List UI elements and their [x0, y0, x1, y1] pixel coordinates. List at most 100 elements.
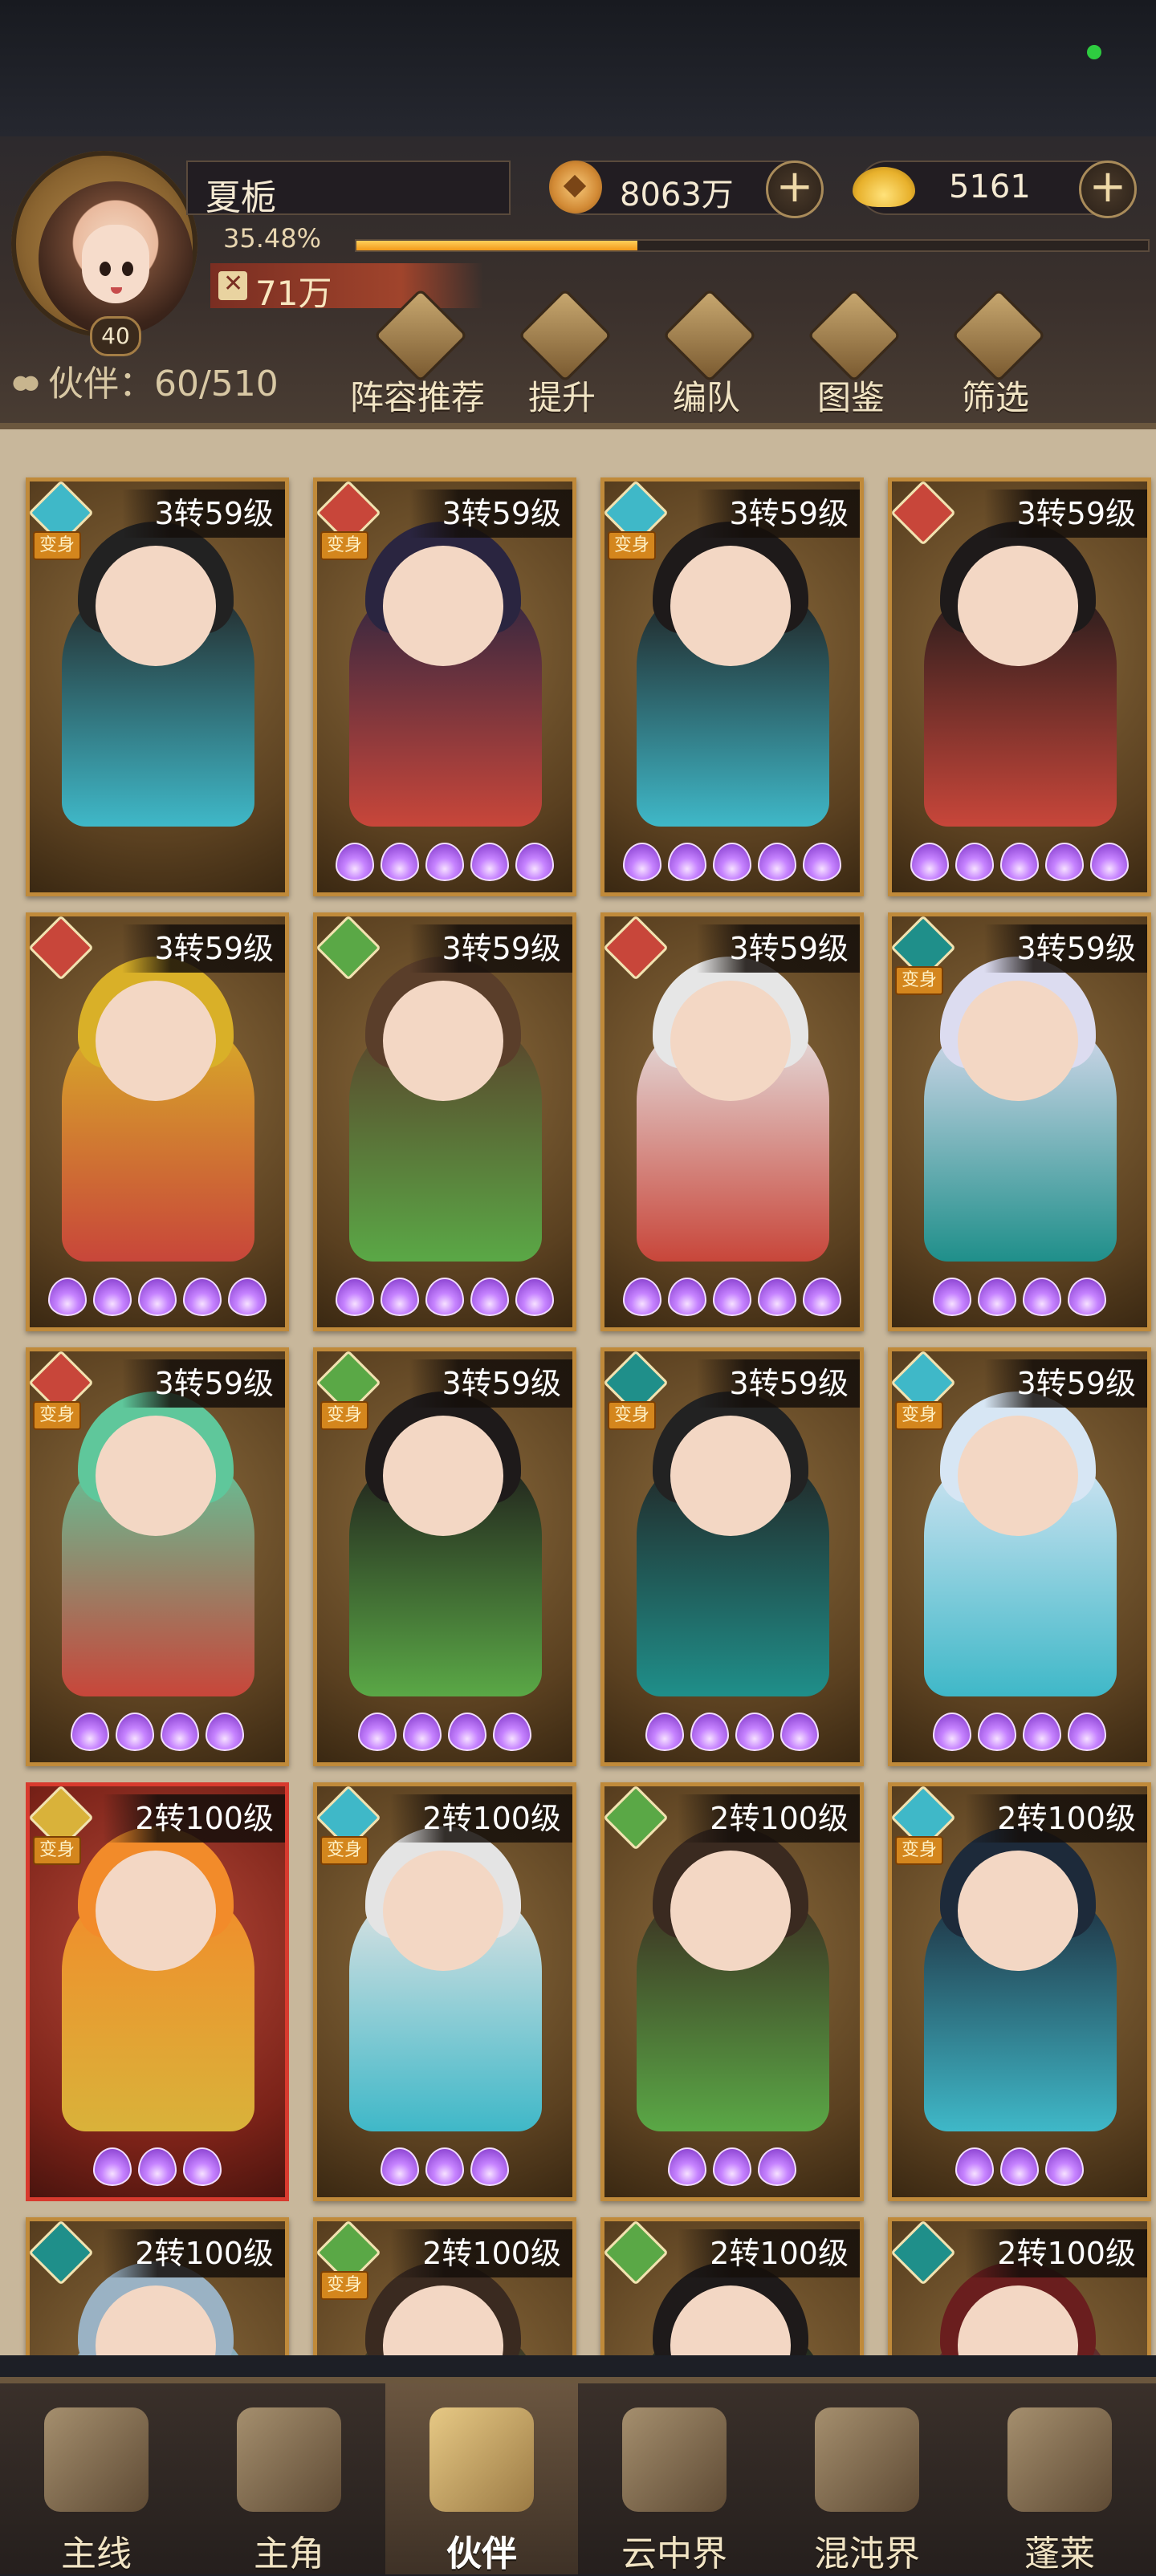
avatar[interactable] [39, 181, 193, 335]
avatar-eye [122, 262, 133, 276]
purple-flame-star-icon [515, 1278, 554, 1316]
nav-tab-4[interactable]: 混沌界 [771, 2383, 963, 2574]
partner-count: 伙伴：60/510 [13, 355, 279, 406]
purple-flame-star-icon [668, 1278, 706, 1316]
player-level-badge: 40 [90, 316, 141, 356]
purple-flame-star-icon [668, 843, 706, 881]
partner-icon [429, 2407, 534, 2512]
partner-card[interactable]: 3转59级 变身 [26, 477, 289, 896]
coin-amount: 8063万 [620, 177, 734, 213]
main-quest-icon [44, 2407, 149, 2512]
transform-badge: 变身 [895, 1401, 944, 1430]
transform-badge: 变身 [320, 1836, 369, 1865]
partner-card[interactable]: 2转100级 [600, 2217, 864, 2355]
nav-tab-0[interactable]: 主线 [0, 2383, 193, 2574]
purple-flame-star-icon [71, 1713, 109, 1751]
nav-tab-3[interactable]: 云中界 [578, 2383, 771, 2574]
add-coins-button[interactable]: + [766, 160, 824, 218]
partner-level: 2转100级 [390, 1794, 572, 1843]
menu-button-label: 图鉴 [816, 378, 885, 417]
purple-flame-star-icon [381, 843, 419, 881]
partner-face [96, 1416, 216, 1536]
purple-flame-star-icon [381, 2147, 419, 2186]
star-rating [317, 843, 572, 884]
partner-card[interactable]: 2转100级 变身 [26, 1782, 289, 2201]
coin-counter: 8063万 + [549, 160, 824, 218]
menu-button-4[interactable]: 筛选 [927, 288, 1064, 422]
purple-flame-star-icon [713, 843, 751, 881]
avatar-frame[interactable]: 40 [11, 151, 197, 356]
purple-flame-star-icon [116, 1713, 154, 1751]
star-rating [604, 1278, 860, 1319]
partner-card[interactable]: 3转59级变身 [888, 1347, 1151, 1766]
gold-counter: 5161 + [853, 160, 1137, 218]
partner-card[interactable]: 2转100级 [888, 2217, 1151, 2355]
nav-tab-2[interactable]: 伙伴 [385, 2383, 578, 2574]
purple-flame-star-icon [645, 1713, 684, 1751]
partner-card[interactable]: 2转100级 变身 [313, 1782, 576, 2201]
purple-flame-star-icon [933, 1713, 971, 1751]
purple-flame-star-icon [803, 1278, 841, 1316]
transform-badge: 变身 [895, 1836, 944, 1865]
purple-flame-star-icon [933, 1278, 971, 1316]
partner-level: 3转59级 [984, 1359, 1147, 1408]
purple-flame-star-icon [1000, 2147, 1039, 2186]
avatar-eye [100, 262, 111, 276]
partner-level: 3转59级 [122, 1359, 285, 1408]
partner-card[interactable]: 3转59级 [313, 912, 576, 1331]
partner-card[interactable]: 2转100级 变身 [313, 2217, 576, 2355]
transform-badge: 变身 [320, 2271, 369, 2300]
partner-card[interactable]: 2转100级 [26, 2217, 289, 2355]
purple-flame-star-icon [758, 1278, 796, 1316]
partner-card[interactable]: 3转59级 [888, 477, 1151, 896]
nav-tab-1[interactable]: 主角 [193, 2383, 385, 2574]
purple-flame-star-icon [470, 1278, 509, 1316]
partner-card[interactable]: 3转59级 变身 [26, 1347, 289, 1766]
partner-face [670, 1416, 791, 1536]
purple-flame-star-icon [690, 1713, 729, 1751]
exp-bar-fill [356, 241, 637, 250]
status-bar [0, 0, 1156, 144]
purple-flame-star-icon [623, 1278, 661, 1316]
purple-flame-star-icon [48, 1278, 87, 1316]
nav-tab-label: 主角 [254, 2533, 324, 2574]
codex-icon [807, 288, 902, 383]
transform-badge: 变身 [33, 531, 82, 560]
player-header: 40 夏栀 8063万 + 5161 + 35.48% 71万 伙伴：60/51… [0, 136, 1156, 429]
purple-flame-star-icon [138, 1278, 177, 1316]
partner-level: 3转59级 [122, 924, 285, 973]
purple-flame-star-icon [336, 1278, 374, 1316]
partner-card[interactable]: 3转59级 变身 [313, 477, 576, 896]
star-rating [30, 2147, 285, 2189]
partner-card[interactable]: 3转59级 变身 [600, 1347, 864, 1766]
partner-card[interactable]: 2转100级 变身 [888, 1782, 1151, 2201]
penglai-icon [1007, 2407, 1112, 2512]
partner-face [958, 981, 1078, 1101]
purple-flame-star-icon [183, 2147, 222, 2186]
copper-coin-icon [549, 160, 602, 213]
menu-button-0[interactable]: 阵容推荐 [349, 288, 486, 422]
partner-card[interactable]: 2转100级 [600, 1782, 864, 2201]
purple-flame-star-icon [668, 2147, 706, 2186]
partner-card[interactable]: 3转59级 [26, 912, 289, 1331]
partner-card[interactable]: 3转59级 [600, 912, 864, 1331]
menu-button-2[interactable]: 编队 [638, 288, 775, 422]
purple-flame-star-icon [978, 1278, 1016, 1316]
purple-flame-star-icon [1045, 2147, 1084, 2186]
purple-flame-star-icon [493, 1713, 531, 1751]
partner-card[interactable]: 3转59级 变身 [313, 1347, 576, 1766]
partner-card[interactable]: 3转59级 变身 [600, 477, 864, 896]
add-gold-button[interactable]: + [1079, 160, 1137, 218]
bottom-navigation: 主线 主角 伙伴 云中界 混沌界 蓬莱 [0, 2377, 1156, 2574]
partner-card[interactable]: 3转59级 变身 [888, 912, 1151, 1331]
partner-face [383, 981, 503, 1101]
player-name-box: 夏栀 [186, 160, 511, 218]
menu-button-1[interactable]: 提升 [494, 288, 630, 422]
partner-face [383, 1416, 503, 1536]
nav-tab-5[interactable]: 蓬莱 [963, 2383, 1156, 2574]
menu-button-label: 筛选 [961, 378, 1029, 417]
menu-button-3[interactable]: 图鉴 [783, 288, 919, 422]
purple-flame-star-icon [978, 1713, 1016, 1751]
menu-button-label: 阵容推荐 [349, 378, 485, 417]
purple-flame-star-icon [1000, 843, 1039, 881]
